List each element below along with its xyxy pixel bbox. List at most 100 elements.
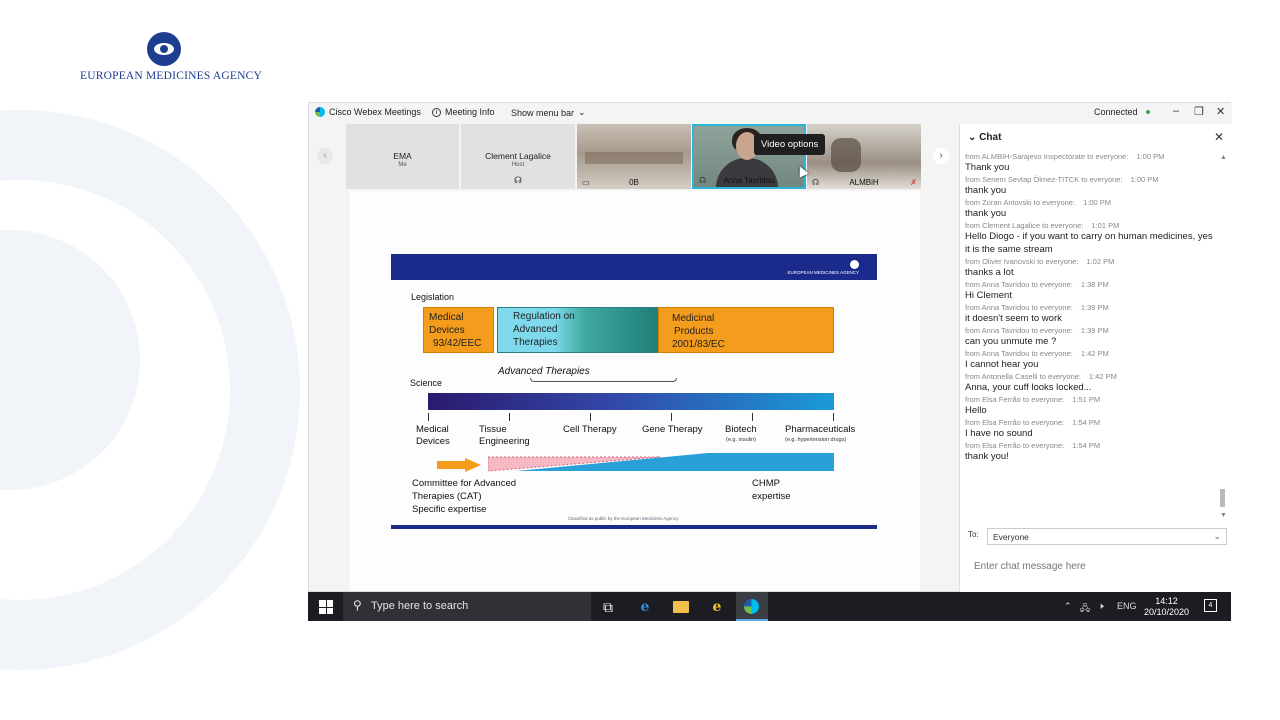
volume-icon[interactable]: 🕨	[1098, 601, 1104, 612]
edge-icon[interactable]: e	[635, 597, 655, 617]
chevron-left-icon[interactable]: ‹	[317, 148, 333, 164]
chat-timestamp: 1:39 PM	[1080, 326, 1109, 335]
participant-tile-ema[interactable]: EMA Me	[346, 124, 459, 189]
video-options-tooltip: Video options	[754, 134, 826, 155]
meeting-info-button[interactable]: i Meeting Info	[432, 107, 495, 117]
chat-timestamp: 1:00 PM	[1130, 175, 1159, 184]
box-line: Medical	[429, 312, 464, 323]
chat-panel: ⌄ Chat ✕ from ALMBIH-Sarajevo Inspectora…	[959, 124, 1232, 592]
notifications-icon[interactable]: 4	[1204, 599, 1217, 612]
chat-timestamp: 1:00 PM	[1136, 152, 1165, 161]
shared-slide: EUROPEAN MEDICINES AGENCY Legislation Me…	[350, 191, 920, 591]
box-line: 93/42/EEC	[433, 338, 482, 349]
science-tick	[752, 413, 753, 421]
regulation-box: Regulation on Advanced Therapies	[497, 307, 658, 353]
scroll-down-icon[interactable]: ▼	[1220, 512, 1227, 519]
ema-emblem-icon	[850, 260, 859, 269]
task-view-icon[interactable]: ⧉	[598, 597, 618, 617]
chat-message-text: Anna, your cuff looks locked...	[965, 382, 1092, 393]
medicinal-products-box: Medicinal Products 2001/83/EC	[658, 307, 834, 353]
participant-name: Clement Lagalice	[485, 151, 551, 161]
chat-message-meta: from Anna Tavridou to everyone: 1:42 PM	[965, 349, 1220, 358]
language-indicator[interactable]: ENG	[1117, 601, 1137, 611]
chevron-down-icon: ⌄	[578, 107, 586, 117]
chat-message-meta: from Oliver Ivanovski to everyone: 1:02 P…	[965, 257, 1220, 266]
participant-video-0b[interactable]: ▭ 0B	[577, 124, 691, 189]
slide-header-bar: EUROPEAN MEDICINES AGENCY	[391, 254, 877, 280]
chat-message-text: Hello Diogo - if you want to carry on hu…	[965, 231, 1213, 255]
ema-emblem-icon	[147, 32, 181, 66]
box-line: 2001/83/EC	[672, 339, 725, 350]
science-item-label: Biotech	[725, 424, 757, 435]
chat-input[interactable]	[968, 554, 1226, 578]
expertise-wedge	[488, 453, 834, 472]
chat-message-text: Hello	[965, 405, 987, 416]
scroll-up-icon[interactable]: ▲	[1220, 154, 1227, 161]
chat-sender: from Elsa Ferrão to everyone:	[965, 418, 1065, 427]
chat-timestamp: 1:42 PM	[1088, 372, 1117, 381]
taskbar-search[interactable]: ⚲ Type here to search	[343, 592, 591, 621]
slide-ema-logo: EUROPEAN MEDICINES AGENCY	[787, 260, 859, 275]
chat-sender: from Anna Tavridou to everyone:	[965, 280, 1073, 289]
webex-logo-icon	[744, 599, 759, 614]
minimize-icon[interactable]: –	[1173, 105, 1179, 117]
chat-message-meta: from Anna Tavridou to everyone: 1:38 PM	[965, 280, 1220, 289]
close-chat-icon[interactable]: ✕	[1214, 130, 1224, 144]
app-title: Cisco Webex Meetings	[315, 107, 421, 117]
box-line: Medicinal	[672, 313, 715, 324]
text-line: Committee for Advanced	[412, 478, 517, 489]
chat-timestamp: 1:38 PM	[1080, 280, 1109, 289]
recipient-select[interactable]: Everyone ⌄	[987, 528, 1227, 545]
chat-message-meta: from Zoran Antovski to everyone: 1:00 PM	[965, 198, 1220, 207]
chat-message-meta: from Anna Tavridou to everyone: 1:39 PM	[965, 303, 1220, 312]
network-icon[interactable]: 🖧	[1080, 601, 1090, 617]
webex-window: Cisco Webex Meetings i Meeting Info Show…	[308, 102, 1232, 592]
chat-scroll-thumb[interactable]	[1220, 489, 1225, 507]
chat-message-meta: from Clement Lagalice to everyone: 1:01 P…	[965, 221, 1220, 230]
chat-title: Chat	[979, 132, 1002, 143]
status-text: Connected	[1094, 107, 1138, 117]
chevron-right-icon[interactable]: ›	[933, 148, 949, 164]
science-tick	[833, 413, 834, 421]
advanced-therapies-brace	[530, 378, 677, 382]
chat-message-list[interactable]: from ALMBIH-Sarajevo Inspectorate to eve…	[965, 151, 1220, 511]
participant-name: ALMBiH	[849, 178, 879, 187]
chat-message-meta: from Elsa Ferrão to everyone: 1:51 PM	[965, 395, 1220, 404]
science-item-label: Tissue Engineering	[479, 424, 530, 447]
restore-icon[interactable]: ❐	[1194, 105, 1204, 118]
participant-name: EMA	[393, 151, 412, 161]
science-item-label: Gene Therapy	[642, 424, 703, 435]
slide-footer-note: Classified as public by the European Med…	[568, 516, 679, 521]
webex-taskbar-icon[interactable]	[736, 592, 768, 621]
chat-message-meta: from ALMBIH-Sarajevo Inspectorate to eve…	[965, 152, 1220, 161]
participant-video-almbih[interactable]: ☊ ALMBiH ✗	[807, 124, 921, 189]
chat-sender: from Antonella Caselli to everyone:	[965, 372, 1081, 381]
chat-message-text: Hi Clement	[965, 290, 1012, 301]
science-item-note: (e.g. insulin)	[726, 437, 756, 443]
participant-tile-host[interactable]: Clement Lagalice Host ☊	[461, 124, 575, 189]
info-icon: i	[432, 107, 441, 117]
science-item-label: Cell Therapy	[563, 424, 617, 435]
chat-message-text: Thank you	[965, 162, 1010, 173]
connection-status: Connected	[1094, 107, 1150, 117]
chat-header[interactable]: ⌄ Chat	[968, 132, 1001, 143]
box-line: Therapies	[513, 337, 558, 348]
meeting-info-label: Meeting Info	[445, 107, 495, 117]
science-item-label: Medical Devices	[416, 424, 450, 447]
close-icon[interactable]: ✕	[1216, 105, 1225, 118]
show-menu-bar-button[interactable]: Show menu bar ⌄	[511, 107, 586, 118]
box-line: Products	[674, 326, 714, 337]
science-item-note: (e.g. hypertension drugs)	[785, 437, 847, 443]
taskbar-clock[interactable]: 14:12 20/10/2020	[1144, 596, 1189, 618]
file-explorer-icon[interactable]	[673, 601, 689, 613]
windows-start-icon[interactable]	[319, 600, 333, 614]
text-line: expertise	[752, 491, 791, 502]
chat-scrollbar[interactable]: ▲ ▼	[1220, 154, 1227, 519]
medical-devices-box: Medical Devices 93/42/EEC	[423, 307, 494, 353]
chevron-up-icon[interactable]: ⌃	[1064, 601, 1072, 612]
participant-role: Me	[398, 162, 407, 168]
internet-explorer-icon[interactable]: e	[707, 597, 727, 617]
chevron-down-icon: ⌄	[1213, 531, 1221, 541]
box-line: Devices	[429, 325, 465, 336]
chat-sender: from Clement Lagalice to everyone:	[965, 221, 1084, 230]
